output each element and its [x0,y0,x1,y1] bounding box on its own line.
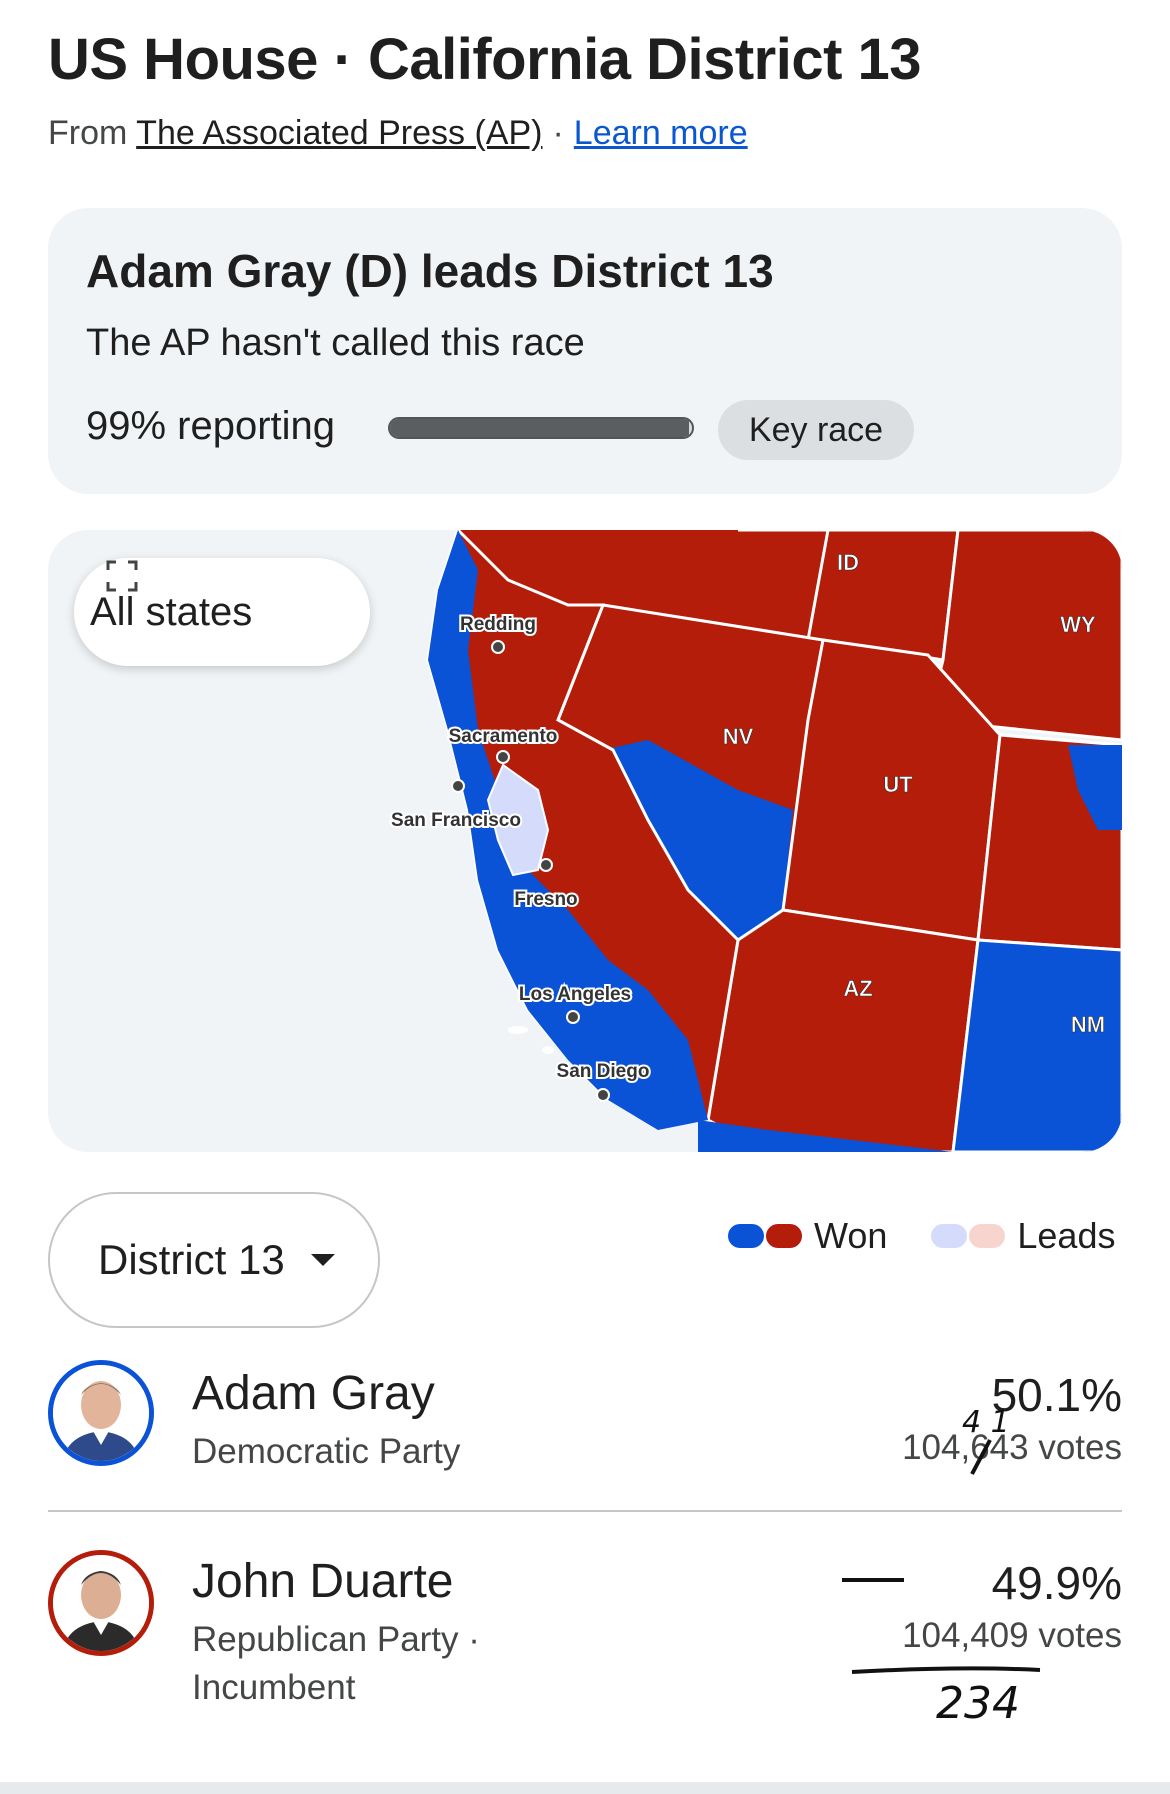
map-legend: Won Leads [728,1215,1116,1256]
candidate-votes: 104,643 votes [902,1428,1122,1467]
island [542,1046,554,1054]
source-link[interactable]: The Associated Press (AP) [136,114,542,152]
candidate-percent: 50.1% [991,1369,1122,1421]
separator-dot: · [552,114,564,152]
map-region-new-mexico [951,938,1122,1152]
city-dot [491,640,505,654]
caret-down-icon [310,1254,335,1266]
state-label-ut: UT [883,772,913,797]
election-map[interactable]: ID WY NV UT AZ NM Redding Sacramento San… [48,530,1122,1152]
expand-icon [106,560,138,592]
learn-more-link[interactable]: Learn more [574,114,748,152]
candidate-percent: 49.9% [991,1557,1122,1609]
candidate-divider [48,1510,1122,1512]
candidate-name: John Duarte [192,1555,454,1608]
reporting-label: 99% reporting [86,404,336,448]
city-dot [451,779,465,793]
candidate-party: Democratic Party [192,1432,461,1471]
city-label-san-francisco: San Francisco [391,810,521,831]
candidate-row[interactable]: Adam Gray Democratic Party 50.1% 104,643… [48,1360,1122,1490]
city-label-los-angeles: Los Angeles [519,984,631,1005]
legend-leads-label: Leads [1017,1215,1116,1256]
source-line: From The Associated Press (AP) · Learn mor… [48,114,748,153]
legend-won-label: Won [814,1215,888,1256]
avatar [48,1360,154,1466]
reporting-progress-bar [388,417,694,439]
city-label-san-diego: San Diego [557,1061,650,1082]
avatar [48,1550,154,1656]
candidate-votes: 104,409 votes [902,1616,1122,1655]
city-dot [566,1010,580,1024]
city-dot [596,1088,610,1102]
candidate-incumbent: Incumbent [192,1668,356,1707]
state-label-az: AZ [843,976,872,1001]
city-dot [539,858,553,872]
legend-dem-won-swatch [728,1224,764,1248]
map-region-arizona [706,908,980,1152]
state-label-id: ID [837,550,859,575]
city-dot [496,750,510,764]
state-label-wy: WY [1060,612,1096,637]
legend-dem-leads-swatch [931,1224,968,1248]
race-call-status: The AP hasn't called this race [86,322,585,364]
reporting-progress-fill [390,419,689,437]
state-label-nm: NM [1071,1012,1105,1037]
city-label-fresno: Fresno [514,889,577,910]
page-title: US House · California District 13 [48,27,922,92]
candidate-name: Adam Gray [192,1367,435,1420]
city-label-sacramento: Sacramento [449,726,558,747]
island [508,1026,528,1034]
city-label-redding: Redding [460,614,536,635]
from-label: From [48,114,128,152]
person-icon [53,1555,149,1651]
legend-rep-won-swatch [766,1224,802,1248]
district-dropdown-label: District 13 [98,1236,285,1283]
candidate-party: Republican Party · [192,1620,480,1659]
all-states-button[interactable]: All states [74,558,370,666]
district-dropdown[interactable]: District 13 [48,1192,380,1328]
legend-rep-leads-swatch [969,1224,1006,1248]
candidate-row[interactable]: John Duarte Republican Party · Incumbent… [48,1548,1122,1718]
state-label-nv: NV [723,724,754,749]
race-status-card: Adam Gray (D) leads District 13 The AP h… [48,208,1122,494]
race-headline: Adam Gray (D) leads District 13 [86,245,774,297]
bottom-divider [0,1782,1170,1794]
all-states-label: All states [90,589,253,634]
key-race-chip[interactable]: Key race [718,400,914,460]
person-icon [53,1365,149,1461]
